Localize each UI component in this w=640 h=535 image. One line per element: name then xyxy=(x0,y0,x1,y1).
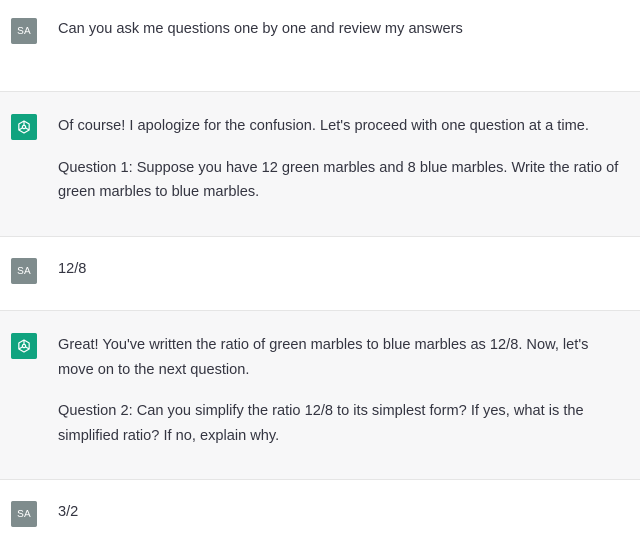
openai-logo-icon xyxy=(11,333,37,359)
user-message: SA Can you ask me questions one by one a… xyxy=(0,0,640,91)
user-message: SA 12/8 xyxy=(0,237,640,310)
message-text[interactable]: Of course! I apologize for the confusion… xyxy=(58,114,622,205)
message-paragraph: Of course! I apologize for the confusion… xyxy=(58,118,589,134)
message-paragraph: Question 2: Can you simplify the ratio 1… xyxy=(58,403,584,444)
assistant-message: Great! You've written the ratio of green… xyxy=(0,311,640,479)
message-paragraph: Great! You've written the ratio of green… xyxy=(58,337,589,378)
user-message: SA 3/2 xyxy=(0,480,640,535)
message-text[interactable]: Can you ask me questions one by one and … xyxy=(58,17,622,42)
message-paragraph: 3/2 xyxy=(58,504,79,520)
openai-logo-icon xyxy=(11,114,37,140)
user-avatar: SA xyxy=(11,501,37,527)
message-text[interactable]: 12/8 xyxy=(58,257,622,282)
assistant-message: Of course! I apologize for the confusion… xyxy=(0,92,640,236)
message-text[interactable]: 3/2 xyxy=(58,500,622,525)
message-text[interactable]: Great! You've written the ratio of green… xyxy=(58,333,622,448)
message-paragraph: 12/8 xyxy=(58,261,87,277)
user-avatar: SA xyxy=(11,18,37,44)
user-initials: SA xyxy=(17,265,31,277)
message-paragraph: Can you ask me questions one by one and … xyxy=(58,21,463,37)
user-initials: SA xyxy=(17,25,31,37)
message-paragraph: Question 1: Suppose you have 12 green ma… xyxy=(58,159,619,201)
user-avatar: SA xyxy=(11,258,37,284)
user-initials: SA xyxy=(17,508,31,520)
